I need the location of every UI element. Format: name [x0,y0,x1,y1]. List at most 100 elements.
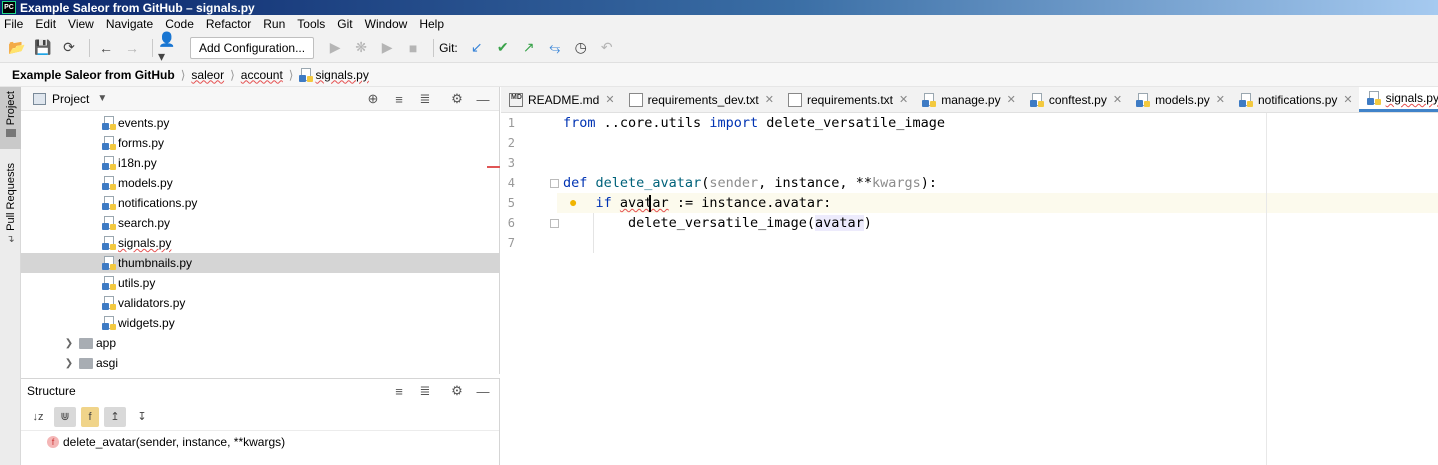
menu-bar: File Edit View Navigate Code Refactor Ru… [0,15,1438,33]
menu-help[interactable]: Help [419,17,444,31]
close-icon[interactable]: ✕ [1343,93,1352,106]
user-dropdown-icon[interactable]: 👤▾ [158,31,180,64]
breadcrumb-saleor[interactable]: saleor [191,68,224,82]
fold-marker-icon[interactable] [550,179,559,188]
tab-requirements-dev[interactable]: requirements_dev.txt ✕ [621,87,780,112]
tab-readme[interactable]: MD README.md ✕ [501,87,621,112]
menu-edit[interactable]: Edit [35,17,56,31]
structure-item[interactable]: f delete_avatar(sender, instance, **kwar… [21,431,499,453]
close-icon[interactable]: ✕ [1007,93,1016,106]
run-icon[interactable]: ▶ [324,37,346,59]
breadcrumb-account[interactable]: account [241,68,283,82]
menu-window[interactable]: Window [365,17,408,31]
tree-file-signals[interactable]: signals.py [21,233,499,253]
tab-requirements[interactable]: requirements.txt ✕ [780,87,914,112]
tree-file-widgets[interactable]: widgets.py [21,313,499,333]
tree-folder-asgi[interactable]: ❯ asgi [21,353,499,373]
git-commit-icon[interactable]: ✔ [492,37,514,59]
autoscroll-to-source-icon[interactable]: ↥ [104,406,126,427]
stop-icon[interactable]: ■ [402,37,424,59]
tab-manage[interactable]: manage.py ✕ [914,87,1022,112]
tree-file-forms[interactable]: forms.py [21,133,499,153]
keyword-if: if [595,195,612,211]
code-editor[interactable]: 1 2 3 4 5 6 7 ● from ..core.utils import… [501,113,1438,465]
title-bar: PC Example Saleor from GitHub – signals.… [0,0,1438,15]
expand-all-icon[interactable]: ≡ [389,381,409,401]
error-stripe-marker [487,166,500,168]
breadcrumb-file[interactable]: signals.py [315,68,368,82]
separator: , [839,175,856,191]
main-toolbar: 📂 💾 ⟳ ← → 👤▾ Add Configuration... ▶ ❋ ▶ … [0,31,1438,64]
forward-arrow-icon[interactable]: → [121,37,143,59]
menu-refactor[interactable]: Refactor [206,17,251,31]
show-inherited-icon[interactable]: ⋓ [54,406,76,427]
back-arrow-icon[interactable]: ← [95,37,117,59]
menu-code[interactable]: Code [165,17,194,31]
git-push-icon[interactable]: ↗ [518,37,540,59]
line-number: 4 [507,176,515,190]
git-history-icon[interactable]: ◷ [570,37,592,59]
fold-marker-icon[interactable] [550,219,559,228]
breadcrumb-project[interactable]: Example Saleor from GitHub [12,68,175,82]
chevron-right-icon[interactable]: ❯ [63,358,75,369]
hide-panel-icon[interactable]: — [473,89,493,109]
project-tool-tab[interactable]: Project [0,87,21,149]
python-file-icon [102,216,116,230]
autoscroll-from-source-icon[interactable]: ↧ [131,407,153,427]
expand-all-icon[interactable]: ≡ [389,89,409,109]
git-merge-icon[interactable]: ⥃ [544,37,566,59]
project-panel: Project ▼ ⊕ ≡ ≣ ⚙ — events.py forms.py i… [21,87,500,374]
show-fields-icon[interactable]: f [81,406,99,427]
collapse-all-icon[interactable]: ≣ [415,381,435,401]
close-icon[interactable]: ✕ [1113,93,1122,106]
gear-icon[interactable]: ⚙ [447,89,467,109]
add-configuration-button[interactable]: Add Configuration... [190,36,315,59]
tree-file-utils[interactable]: utils.py [21,273,499,293]
tab-signals[interactable]: signals.py✕ [1358,87,1438,112]
menu-view[interactable]: View [68,17,94,31]
collapse-all-icon[interactable]: ≣ [415,89,435,109]
tree-file-search[interactable]: search.py [21,213,499,233]
tree-file-i18n[interactable]: i18n.py [21,153,499,173]
sort-alphabetically-icon[interactable]: ↓z [27,407,49,427]
chevron-down-icon[interactable]: ▼ [97,93,107,104]
sync-icon[interactable]: ⟳ [58,37,80,59]
git-update-icon[interactable]: ↙ [466,37,488,59]
tree-file-models[interactable]: models.py [21,173,499,193]
walrus-expression: := instance.avatar: [668,195,832,211]
tree-file-events[interactable]: events.py [21,113,499,133]
tab-models[interactable]: models.py ✕ [1128,87,1231,112]
menu-navigate[interactable]: Navigate [106,17,153,31]
menu-tools[interactable]: Tools [297,17,325,31]
hide-panel-icon[interactable]: — [473,381,493,401]
chevron-right-icon: ⟩ [230,67,235,82]
tree-folder-app[interactable]: ❯ app [21,333,499,353]
debug-icon[interactable]: ❋ [350,37,372,59]
python-file-icon [102,156,116,170]
tree-file-validators[interactable]: validators.py [21,293,499,313]
pull-requests-tool-tab[interactable]: Pull Requests ↴ [0,163,21,253]
imported-name: delete_versatile_image [758,115,946,131]
gear-icon[interactable]: ⚙ [447,381,467,401]
chevron-right-icon[interactable]: ❯ [63,338,75,349]
locate-file-icon[interactable]: ⊕ [363,89,383,109]
tree-folder-label: app [96,336,117,350]
menu-git[interactable]: Git [337,17,352,31]
tab-conftest[interactable]: conftest.py ✕ [1022,87,1128,112]
tree-file-label: i18n.py [118,156,157,170]
close-icon[interactable]: ✕ [1216,93,1225,106]
close-icon[interactable]: ✕ [765,93,774,106]
coverage-icon[interactable]: ▶ [376,37,398,59]
tree-file-label: notifications.py [118,196,198,210]
open-folder-icon[interactable]: 📂 [6,37,28,59]
close-icon[interactable]: ✕ [899,93,908,106]
save-all-icon[interactable]: 💾 [32,37,54,59]
git-rollback-icon[interactable]: ↶ [596,37,618,59]
tree-file-thumbnails[interactable]: thumbnails.py [21,253,499,273]
tree-file-notifications[interactable]: notifications.py [21,193,499,213]
close-icon[interactable]: ✕ [605,93,614,106]
tab-label: notifications.py [1257,92,1338,107]
menu-run[interactable]: Run [263,17,285,31]
tab-notifications[interactable]: notifications.py ✕ [1231,87,1359,112]
menu-file[interactable]: File [4,17,23,31]
